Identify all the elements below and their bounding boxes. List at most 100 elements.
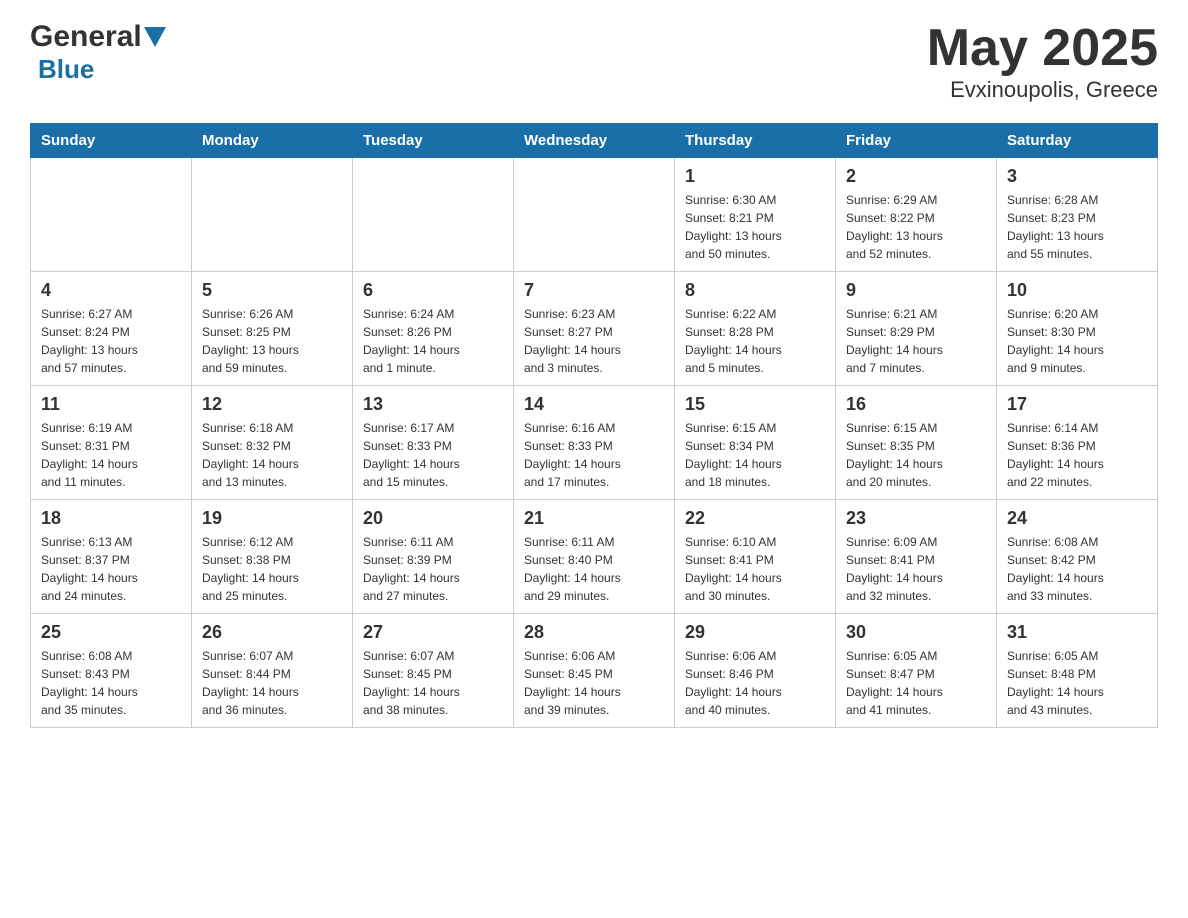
day-number: 20	[363, 508, 503, 529]
calendar-cell	[31, 158, 192, 272]
calendar-cell: 26 Sunrise: 6:07 AMSunset: 8:44 PMDayligh…	[192, 614, 353, 728]
weekday-header-monday: Monday	[192, 124, 353, 158]
page-header: General Blue May 2025 Evxinoupolis, Gree…	[30, 20, 1158, 103]
calendar-cell	[514, 158, 675, 272]
day-number: 10	[1007, 280, 1147, 301]
logo-blue-text: Blue	[38, 54, 94, 84]
day-number: 15	[685, 394, 825, 415]
day-number: 6	[363, 280, 503, 301]
day-info: Sunrise: 6:14 AMSunset: 8:36 PMDaylight:…	[1007, 419, 1147, 491]
day-info: Sunrise: 6:30 AMSunset: 8:21 PMDaylight:…	[685, 191, 825, 263]
day-info: Sunrise: 6:08 AMSunset: 8:43 PMDaylight:…	[41, 647, 181, 719]
calendar-week-row: 18Sunrise: 6:13 AMSunset: 8:37 PMDayligh…	[31, 500, 1158, 614]
day-number: 13	[363, 394, 503, 415]
calendar-cell: 14 Sunrise: 6:16 AMSunset: 8:33 PMDayligh…	[514, 386, 675, 500]
day-info: Sunrise: 6:06 AMSunset: 8:45 PMDaylight:…	[524, 647, 664, 719]
day-number: 1	[685, 166, 825, 187]
calendar-cell: 6 Sunrise: 6:24 AMSunset: 8:26 PMDaylight…	[353, 272, 514, 386]
calendar-cell: 3Sunrise: 6:28 AMSunset: 8:23 PMDaylight…	[997, 158, 1158, 272]
day-info: Sunrise: 6:13 AMSunset: 8:37 PMDaylight:…	[41, 533, 181, 605]
title-section: May 2025 Evxinoupolis, Greece	[927, 20, 1158, 103]
day-number: 14	[524, 394, 664, 415]
calendar-cell: 21 Sunrise: 6:11 AMSunset: 8:40 PMDayligh…	[514, 500, 675, 614]
calendar-cell: 4 Sunrise: 6:27 AMSunset: 8:24 PMDaylight…	[31, 272, 192, 386]
day-info: Sunrise: 6:27 AMSunset: 8:24 PMDaylight:…	[41, 305, 181, 377]
calendar-cell: 20 Sunrise: 6:11 AMSunset: 8:39 PMDayligh…	[353, 500, 514, 614]
day-number: 26	[202, 622, 342, 643]
day-number: 22	[685, 508, 825, 529]
calendar-cell: 5 Sunrise: 6:26 AMSunset: 8:25 PMDaylight…	[192, 272, 353, 386]
day-info: Sunrise: 6:07 AMSunset: 8:45 PMDaylight:…	[363, 647, 503, 719]
day-info: Sunrise: 6:15 AMSunset: 8:35 PMDaylight:…	[846, 419, 986, 491]
calendar-cell: 24 Sunrise: 6:08 AMSunset: 8:42 PMDayligh…	[997, 500, 1158, 614]
day-info: Sunrise: 6:23 AMSunset: 8:27 PMDaylight:…	[524, 305, 664, 377]
weekday-header-thursday: Thursday	[675, 124, 836, 158]
calendar-cell: 17Sunrise: 6:14 AMSunset: 8:36 PMDayligh…	[997, 386, 1158, 500]
day-info: Sunrise: 6:26 AMSunset: 8:25 PMDaylight:…	[202, 305, 342, 377]
calendar-cell: 9Sunrise: 6:21 AMSunset: 8:29 PMDaylight…	[836, 272, 997, 386]
calendar-cell: 13Sunrise: 6:17 AMSunset: 8:33 PMDayligh…	[353, 386, 514, 500]
calendar-cell: 1 Sunrise: 6:30 AMSunset: 8:21 PMDaylight…	[675, 158, 836, 272]
day-number: 23	[846, 508, 986, 529]
logo-triangle-icon	[144, 27, 166, 49]
day-number: 25	[41, 622, 181, 643]
day-info: Sunrise: 6:22 AMSunset: 8:28 PMDaylight:…	[685, 305, 825, 377]
calendar-cell: 11Sunrise: 6:19 AMSunset: 8:31 PMDayligh…	[31, 386, 192, 500]
calendar-cell: 29 Sunrise: 6:06 AMSunset: 8:46 PMDayligh…	[675, 614, 836, 728]
day-info: Sunrise: 6:10 AMSunset: 8:41 PMDaylight:…	[685, 533, 825, 605]
calendar-week-row: 11Sunrise: 6:19 AMSunset: 8:31 PMDayligh…	[31, 386, 1158, 500]
calendar-cell: 22 Sunrise: 6:10 AMSunset: 8:41 PMDayligh…	[675, 500, 836, 614]
day-info: Sunrise: 6:11 AMSunset: 8:40 PMDaylight:…	[524, 533, 664, 605]
day-number: 27	[363, 622, 503, 643]
day-info: Sunrise: 6:15 AMSunset: 8:34 PMDaylight:…	[685, 419, 825, 491]
calendar-cell: 8 Sunrise: 6:22 AMSunset: 8:28 PMDaylight…	[675, 272, 836, 386]
day-number: 29	[685, 622, 825, 643]
logo-general-text: General	[30, 20, 142, 54]
day-info: Sunrise: 6:28 AMSunset: 8:23 PMDaylight:…	[1007, 191, 1147, 263]
day-info: Sunrise: 6:18 AMSunset: 8:32 PMDaylight:…	[202, 419, 342, 491]
day-info: Sunrise: 6:08 AMSunset: 8:42 PMDaylight:…	[1007, 533, 1147, 605]
calendar-cell	[192, 158, 353, 272]
day-number: 7	[524, 280, 664, 301]
calendar-cell: 31Sunrise: 6:05 AMSunset: 8:48 PMDayligh…	[997, 614, 1158, 728]
calendar-table: SundayMondayTuesdayWednesdayThursdayFrid…	[30, 123, 1158, 728]
weekday-header-friday: Friday	[836, 124, 997, 158]
calendar-cell: 16 Sunrise: 6:15 AMSunset: 8:35 PMDayligh…	[836, 386, 997, 500]
day-number: 2	[846, 166, 986, 187]
day-info: Sunrise: 6:12 AMSunset: 8:38 PMDaylight:…	[202, 533, 342, 605]
day-info: Sunrise: 6:16 AMSunset: 8:33 PMDaylight:…	[524, 419, 664, 491]
day-info: Sunrise: 6:06 AMSunset: 8:46 PMDaylight:…	[685, 647, 825, 719]
day-number: 19	[202, 508, 342, 529]
calendar-cell: 15 Sunrise: 6:15 AMSunset: 8:34 PMDayligh…	[675, 386, 836, 500]
calendar-cell: 10 Sunrise: 6:20 AMSunset: 8:30 PMDayligh…	[997, 272, 1158, 386]
day-number: 24	[1007, 508, 1147, 529]
calendar-cell	[353, 158, 514, 272]
weekday-header-saturday: Saturday	[997, 124, 1158, 158]
day-info: Sunrise: 6:09 AMSunset: 8:41 PMDaylight:…	[846, 533, 986, 605]
calendar-cell: 7 Sunrise: 6:23 AMSunset: 8:27 PMDaylight…	[514, 272, 675, 386]
day-info: Sunrise: 6:11 AMSunset: 8:39 PMDaylight:…	[363, 533, 503, 605]
day-number: 28	[524, 622, 664, 643]
month-year-title: May 2025	[927, 20, 1158, 77]
day-number: 8	[685, 280, 825, 301]
day-number: 4	[41, 280, 181, 301]
day-info: Sunrise: 6:05 AMSunset: 8:47 PMDaylight:…	[846, 647, 986, 719]
day-info: Sunrise: 6:24 AMSunset: 8:26 PMDaylight:…	[363, 305, 503, 377]
location-text: Evxinoupolis, Greece	[927, 77, 1158, 103]
day-number: 16	[846, 394, 986, 415]
day-info: Sunrise: 6:20 AMSunset: 8:30 PMDaylight:…	[1007, 305, 1147, 377]
calendar-cell: 2 Sunrise: 6:29 AMSunset: 8:22 PMDaylight…	[836, 158, 997, 272]
calendar-cell: 28 Sunrise: 6:06 AMSunset: 8:45 PMDayligh…	[514, 614, 675, 728]
weekday-header-row: SundayMondayTuesdayWednesdayThursdayFrid…	[31, 124, 1158, 158]
day-number: 30	[846, 622, 986, 643]
day-number: 21	[524, 508, 664, 529]
day-number: 11	[41, 394, 181, 415]
calendar-cell: 12 Sunrise: 6:18 AMSunset: 8:32 PMDayligh…	[192, 386, 353, 500]
day-number: 5	[202, 280, 342, 301]
calendar-cell: 27 Sunrise: 6:07 AMSunset: 8:45 PMDayligh…	[353, 614, 514, 728]
day-number: 12	[202, 394, 342, 415]
day-number: 31	[1007, 622, 1147, 643]
day-number: 9	[846, 280, 986, 301]
day-info: Sunrise: 6:29 AMSunset: 8:22 PMDaylight:…	[846, 191, 986, 263]
day-info: Sunrise: 6:07 AMSunset: 8:44 PMDaylight:…	[202, 647, 342, 719]
